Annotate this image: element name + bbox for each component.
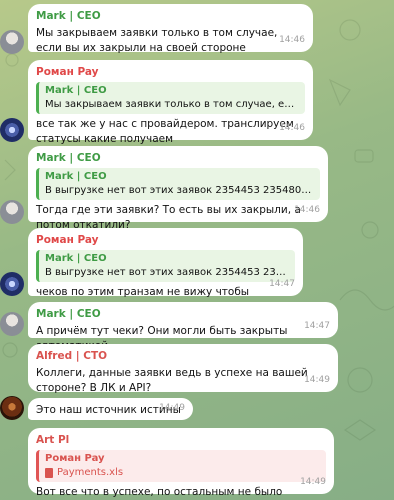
message-time: 14:46 — [279, 35, 305, 45]
message-time: 14:47 — [269, 279, 295, 289]
message-author[interactable]: Роман Pay — [36, 65, 305, 80]
message-time: 14:47 — [304, 321, 330, 331]
message-text: Коллеги, данные заявки ведь в успехе на … — [36, 367, 308, 394]
message-bubble[interactable]: Mark | CEO А причём тут чеки? Они могли … — [28, 302, 338, 352]
message-bubble[interactable]: Mark | CEO Mark | CEO В выгрузке нет вот… — [28, 146, 328, 231]
message-author[interactable]: Mark | CEO — [36, 9, 305, 24]
quote-author: Mark | CEO — [45, 253, 107, 264]
message-author[interactable]: Mark | CEO — [36, 151, 320, 166]
avatar-mark-ceo[interactable] — [0, 312, 24, 336]
avatar-alfred-cto[interactable] — [0, 396, 24, 420]
reply-quote[interactable]: Mark | CEO В выгрузке нет вот этих заяво… — [36, 250, 295, 282]
message-author[interactable]: Роман Pay — [36, 233, 295, 248]
message-author[interactable]: Alfred | CTO — [36, 349, 330, 364]
message-text: Мы закрываем заявки только в том случае,… — [36, 27, 278, 54]
message-text: Вот все что в успехе, по остальным не бы… — [36, 486, 283, 498]
reply-quote[interactable]: Роман Pay Payments.xls — [36, 450, 326, 482]
avatar-mark-ceo[interactable] — [0, 30, 24, 54]
file-name: Payments.xls — [57, 467, 124, 478]
quote-author: Mark | CEO — [45, 171, 107, 182]
quote-text: В выгрузке нет вот этих заявок 2354453 2… — [45, 185, 314, 196]
message-text: все так же у нас с провайдером. транслир… — [36, 118, 294, 145]
quote-text: Мы закрываем заявки только в том случае,… — [45, 99, 299, 110]
avatar-roman-pay[interactable] — [0, 118, 24, 142]
message-author[interactable]: Mark | CEO — [36, 307, 330, 322]
message-time: 14:46 — [294, 205, 320, 215]
quote-author: Роман Pay — [45, 453, 105, 464]
attached-file[interactable]: Payments.xls — [45, 466, 320, 480]
message-author[interactable]: Art Pl — [36, 433, 326, 448]
message-bubble[interactable]: Это наш источник истины 14:49 — [28, 398, 193, 420]
message-time: 14:49 — [304, 375, 330, 385]
message-bubble[interactable]: Art Pl Роман Pay Payments.xls Вот все чт… — [28, 428, 334, 498]
quote-author: Mark | CEO — [45, 85, 107, 96]
reply-quote[interactable]: Mark | CEO Мы закрываем заявки только в … — [36, 82, 305, 114]
reply-quote[interactable]: Mark | CEO В выгрузке нет вот этих заяво… — [36, 168, 320, 200]
avatar-mark-ceo[interactable] — [0, 200, 24, 224]
message-time: 14:49 — [159, 403, 185, 413]
message-bubble[interactable]: Роман Pay Mark | CEO Мы закрываем заявки… — [28, 60, 313, 145]
message-bubble[interactable]: Alfred | CTO Коллеги, данные заявки ведь… — [28, 344, 338, 394]
message-bubble[interactable]: Роман Pay Mark | CEO В выгрузке нет вот … — [28, 228, 303, 313]
file-icon — [45, 468, 53, 478]
message-time: 14:49 — [300, 477, 326, 487]
quote-text: В выгрузке нет вот этих заявок 2354453 2… — [45, 267, 289, 278]
message-time: 14:46 — [279, 123, 305, 133]
message-bubble[interactable]: Mark | CEO Мы закрываем заявки только в … — [28, 4, 313, 54]
avatar-roman-pay[interactable] — [0, 272, 24, 296]
